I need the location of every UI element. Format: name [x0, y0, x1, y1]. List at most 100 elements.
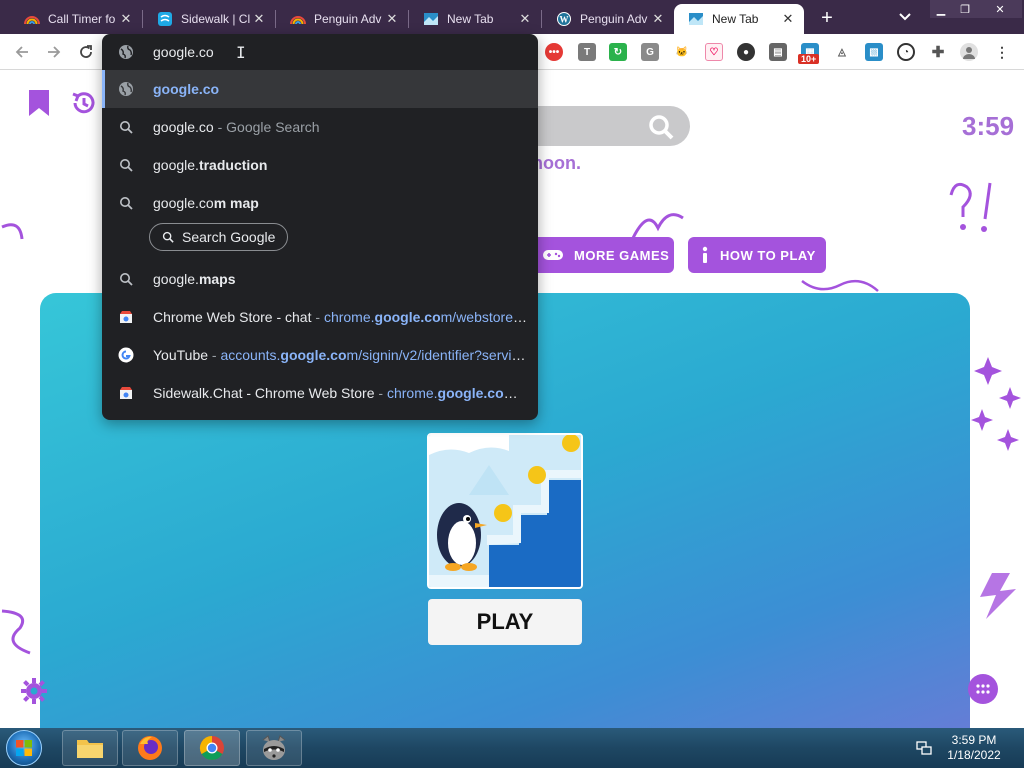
close-icon[interactable]: ✕: [780, 11, 796, 27]
t-extension-icon[interactable]: T: [578, 43, 596, 61]
green-extension-icon[interactable]: ↻: [609, 43, 627, 61]
tab-title: Penguin Adv: [580, 12, 648, 26]
tab-call-timer[interactable]: Call Timer fo ✕: [10, 4, 142, 34]
suggestion-url-prefix: chrome.: [323, 309, 375, 325]
sparkles-doodle: [971, 357, 1021, 451]
tab-strip: Call Timer fo ✕ Sidewalk | Cl ✕ Penguin …: [0, 0, 1024, 34]
suggestion-url-prefix: chrome.: [386, 385, 438, 401]
cat-extension-icon[interactable]: 🐱: [673, 43, 691, 61]
chrome-icon[interactable]: [184, 730, 240, 766]
suggestion-history[interactable]: YouTube - accounts.google.com/signin/v2/…: [102, 336, 538, 374]
search-icon[interactable]: [648, 114, 674, 145]
tab-sidewalk[interactable]: Sidewalk | Cl ✕: [143, 4, 275, 34]
close-icon[interactable]: ✕: [251, 11, 267, 27]
tab-title: Call Timer fo: [48, 12, 116, 26]
profile-avatar-icon[interactable]: [960, 43, 978, 61]
wordpress-icon: W: [556, 11, 572, 27]
note-extension-icon[interactable]: ▤: [769, 43, 787, 61]
windows-start-icon[interactable]: [6, 730, 42, 766]
suggestion-completion: traduction: [198, 157, 268, 173]
puzzle-extensions-icon[interactable]: ✚: [929, 43, 947, 61]
google-g-icon: [118, 347, 134, 363]
file-explorer-icon[interactable]: [62, 730, 118, 766]
suggestion-url-suffix: m/signin/v2/identifier?servic...: [346, 347, 528, 363]
suggestion-separator: -: [208, 347, 221, 363]
suggestion-completion: m map: [213, 195, 259, 211]
suggestion-url-suffix: m/webstore/...: [440, 309, 528, 325]
more-games-label: MORE GAMES: [574, 247, 670, 263]
tab-penguin-adventure-2[interactable]: W Penguin Adv ✕: [542, 4, 674, 34]
windows-taskbar: 3:59 PM 1/18/2022: [0, 728, 1024, 768]
network-icon[interactable]: [916, 740, 932, 761]
suggestion-search[interactable]: google.co - Google Search: [102, 108, 538, 146]
svg-text:W: W: [560, 15, 569, 25]
suggestion-search[interactable]: google.com map: [102, 184, 538, 222]
suggestion-separator: -: [374, 385, 387, 401]
history-icon[interactable]: [70, 89, 98, 122]
suggestion-url-match: google.co: [374, 309, 441, 325]
restore-icon[interactable]: ❐: [952, 0, 978, 18]
search-icon: [118, 157, 134, 173]
globe-icon: [118, 44, 134, 65]
forward-arrow-icon[interactable]: [43, 41, 65, 63]
sidewalk-icon: [157, 11, 173, 27]
tab-penguin-adventure[interactable]: Penguin Adv ✕: [276, 4, 408, 34]
search-google-label: Search Google: [182, 229, 276, 245]
minimize-icon[interactable]: ▁: [930, 0, 952, 18]
address-bar[interactable]: google.co I: [102, 34, 538, 70]
chrome-web-store-icon: [118, 309, 134, 325]
firefox-icon[interactable]: [122, 730, 178, 766]
how-to-play-button[interactable]: HOW TO PLAY: [688, 237, 826, 273]
tab-new-tab-active[interactable]: New Tab ✕: [674, 4, 804, 34]
suggestion-separator: -: [311, 309, 324, 325]
gear-icon[interactable]: [20, 677, 48, 710]
fox-extension-icon[interactable]: ◬: [833, 43, 851, 61]
scribble-doodle: [1, 609, 31, 655]
search-google-button[interactable]: Search Google: [149, 223, 289, 251]
picture-extension-icon[interactable]: ▧: [865, 43, 883, 61]
game-thumbnail[interactable]: [427, 433, 583, 589]
apps-grid-icon[interactable]: [968, 674, 998, 704]
suggestion-navigate[interactable]: google.co: [102, 70, 538, 108]
kebab-menu-icon[interactable]: ⋮: [993, 43, 1011, 61]
tab-search-chevron-icon[interactable]: [894, 6, 916, 28]
reload-icon[interactable]: [75, 41, 97, 63]
close-icon[interactable]: ✕: [384, 11, 400, 27]
bookmark-icon[interactable]: [28, 89, 50, 122]
suggestion-url-prefix: accounts.: [220, 347, 281, 363]
speech-extension-icon[interactable]: ●: [737, 43, 755, 61]
how-to-play-label: HOW TO PLAY: [720, 247, 816, 263]
g-extension-icon[interactable]: G: [641, 43, 659, 61]
close-icon[interactable]: ✕: [118, 11, 134, 27]
rainbow-icon: [24, 11, 40, 27]
new-tab-page-icon: [688, 11, 704, 27]
close-icon[interactable]: ✕: [650, 11, 666, 27]
play-button[interactable]: PLAY: [428, 599, 582, 645]
raccoon-app-icon[interactable]: [246, 730, 302, 766]
suggestion-history[interactable]: Chrome Web Store - chat - chrome.google.…: [102, 298, 538, 336]
globe-icon: [118, 81, 134, 97]
system-clock[interactable]: 3:59 PM 1/18/2022: [944, 733, 1004, 763]
chat-bubble-extension-icon[interactable]: •••: [545, 43, 563, 61]
new-tab-page-icon: [423, 11, 439, 27]
suggestion-query: google.: [153, 157, 199, 173]
close-window-icon[interactable]: ✕: [978, 0, 1022, 18]
tab-title: New Tab: [712, 12, 759, 26]
question-exclaim-doodle: [949, 182, 992, 232]
penguin-game-artwork-icon: [429, 435, 581, 587]
suggestion-history[interactable]: Sidewalk.Chat - Chrome Web Store - chrom…: [102, 374, 538, 412]
suggestion-title: YouTube: [153, 347, 209, 363]
suggestion-title: Chrome Web Store - chat: [153, 309, 312, 325]
back-arrow-icon[interactable]: [11, 41, 33, 63]
timer-extension-icon[interactable]: ◔: [897, 43, 915, 61]
suggestion-query: google.: [153, 271, 199, 287]
tab-new-tab[interactable]: New Tab ✕: [409, 4, 541, 34]
suggestion-search[interactable]: google.maps: [102, 260, 538, 298]
new-tab-plus-icon[interactable]: +: [814, 6, 840, 30]
heart-extension-icon[interactable]: ♡: [705, 43, 723, 61]
suggestion-search[interactable]: google.traduction: [102, 146, 538, 184]
close-icon[interactable]: ✕: [517, 11, 533, 27]
tab-title: New Tab: [447, 12, 494, 26]
address-input-text[interactable]: google.co: [153, 44, 214, 60]
more-games-button[interactable]: MORE GAMES: [530, 237, 674, 273]
